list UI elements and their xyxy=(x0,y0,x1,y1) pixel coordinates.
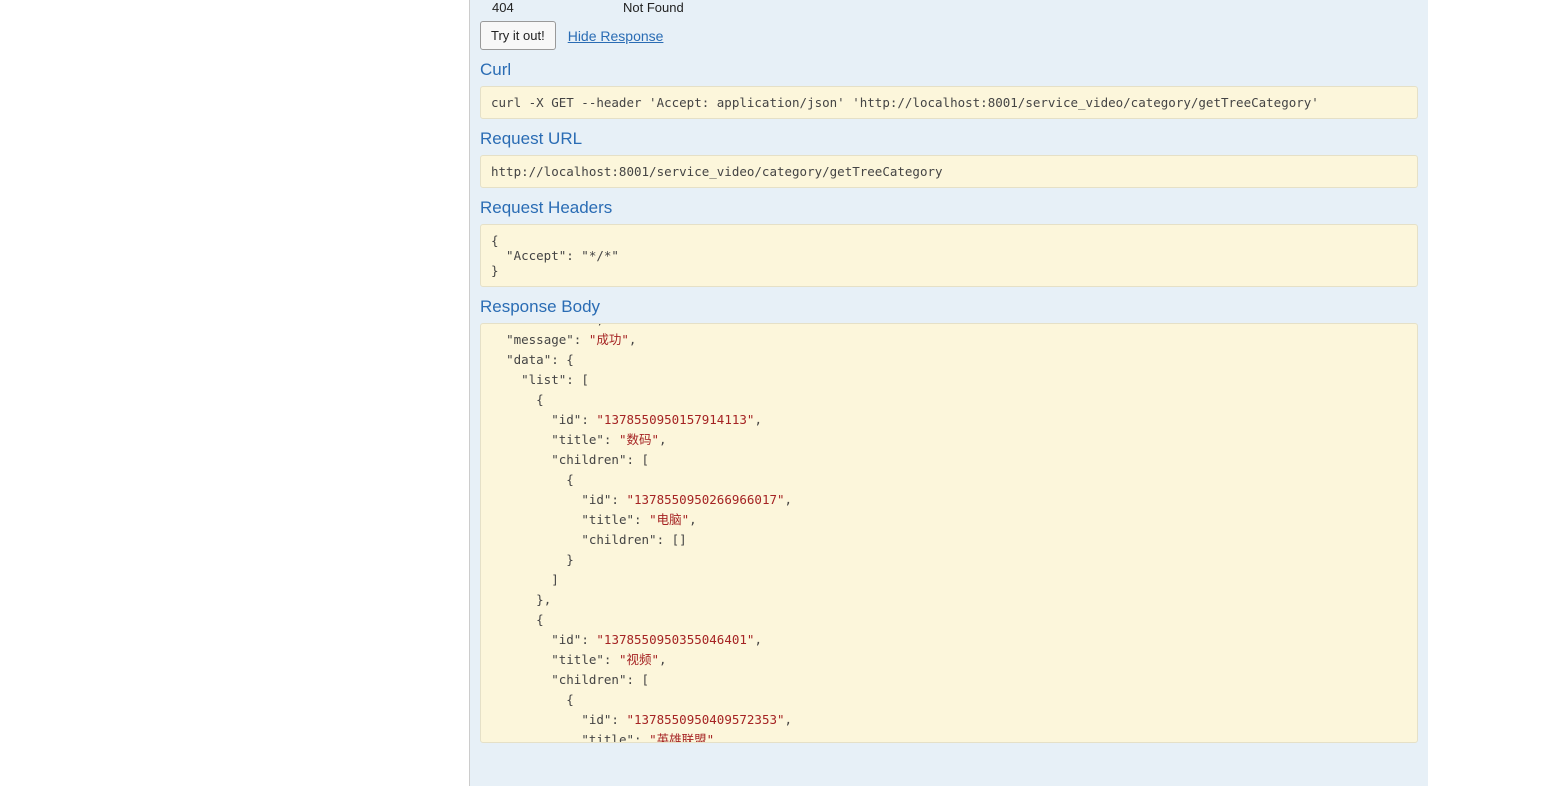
curl-heading: Curl xyxy=(480,60,1418,80)
request-headers-heading: Request Headers xyxy=(480,198,1418,218)
status-message: Not Found xyxy=(623,0,684,15)
hide-response-link[interactable]: Hide Response xyxy=(568,28,664,44)
status-row: 404 Not Found xyxy=(480,0,1418,21)
request-headers-box[interactable]: { "Accept": "*/*" } xyxy=(480,224,1418,287)
request-headers-text: { "Accept": "*/*" } xyxy=(491,233,1407,278)
response-body-box: code : 20000, "message": "成功", "data": {… xyxy=(480,323,1418,743)
status-code: 404 xyxy=(488,0,623,15)
response-body-json: code : 20000, "message": "成功", "data": {… xyxy=(491,324,1407,742)
try-row: Try it out! Hide Response xyxy=(480,21,1418,50)
request-url-box[interactable]: http://localhost:8001/service_video/cate… xyxy=(480,155,1418,188)
response-body-scroll[interactable]: code : 20000, "message": "成功", "data": {… xyxy=(481,324,1417,742)
try-it-out-button[interactable]: Try it out! xyxy=(480,21,556,50)
response-body-heading: Response Body xyxy=(480,297,1418,317)
curl-command-box[interactable]: curl -X GET --header 'Accept: applicatio… xyxy=(480,86,1418,119)
curl-command-text: curl -X GET --header 'Accept: applicatio… xyxy=(491,95,1319,110)
api-response-panel: 404 Not Found Try it out! Hide Response … xyxy=(469,0,1428,786)
request-url-heading: Request URL xyxy=(480,129,1418,149)
request-url-text: http://localhost:8001/service_video/cate… xyxy=(491,164,943,179)
